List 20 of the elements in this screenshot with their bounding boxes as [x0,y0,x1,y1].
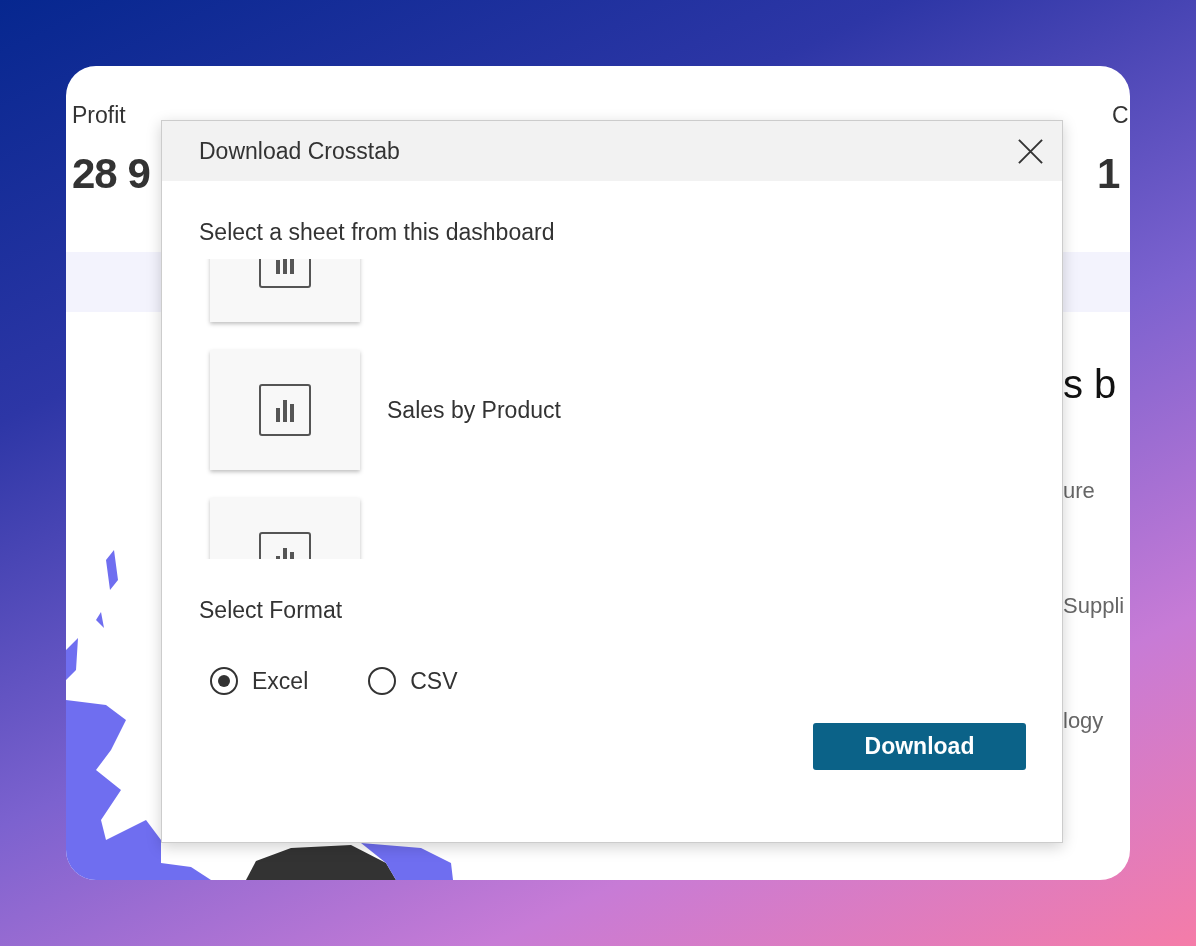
radio-button[interactable] [210,667,238,695]
kpi-value: 28 9 [72,150,150,198]
download-button[interactable]: Download [813,723,1026,770]
format-prompt: Select Format [199,597,344,625]
chart-heading: s b [1063,362,1118,408]
dialog-title: Download Crosstab [199,137,400,165]
sheet-name[interactable]: Sales by Product [387,396,561,424]
sheet-prompt: Select a sheet from this dashboard [199,219,556,247]
category-label: logy [1063,708,1105,735]
category-label: Suppli [1063,593,1126,620]
kpi-value: 1 [1097,150,1120,198]
format-option[interactable]: CSV [368,667,458,695]
kpi-label: Profit [72,102,126,130]
kpi-label: C [1111,102,1129,130]
bar-chart-icon [259,384,311,436]
category-label: ure [1063,478,1096,505]
sheet-thumbnail[interactable] [210,350,360,470]
close-icon[interactable] [1017,137,1044,165]
radio-button[interactable] [368,667,397,695]
format-option[interactable]: Excel [210,667,309,695]
